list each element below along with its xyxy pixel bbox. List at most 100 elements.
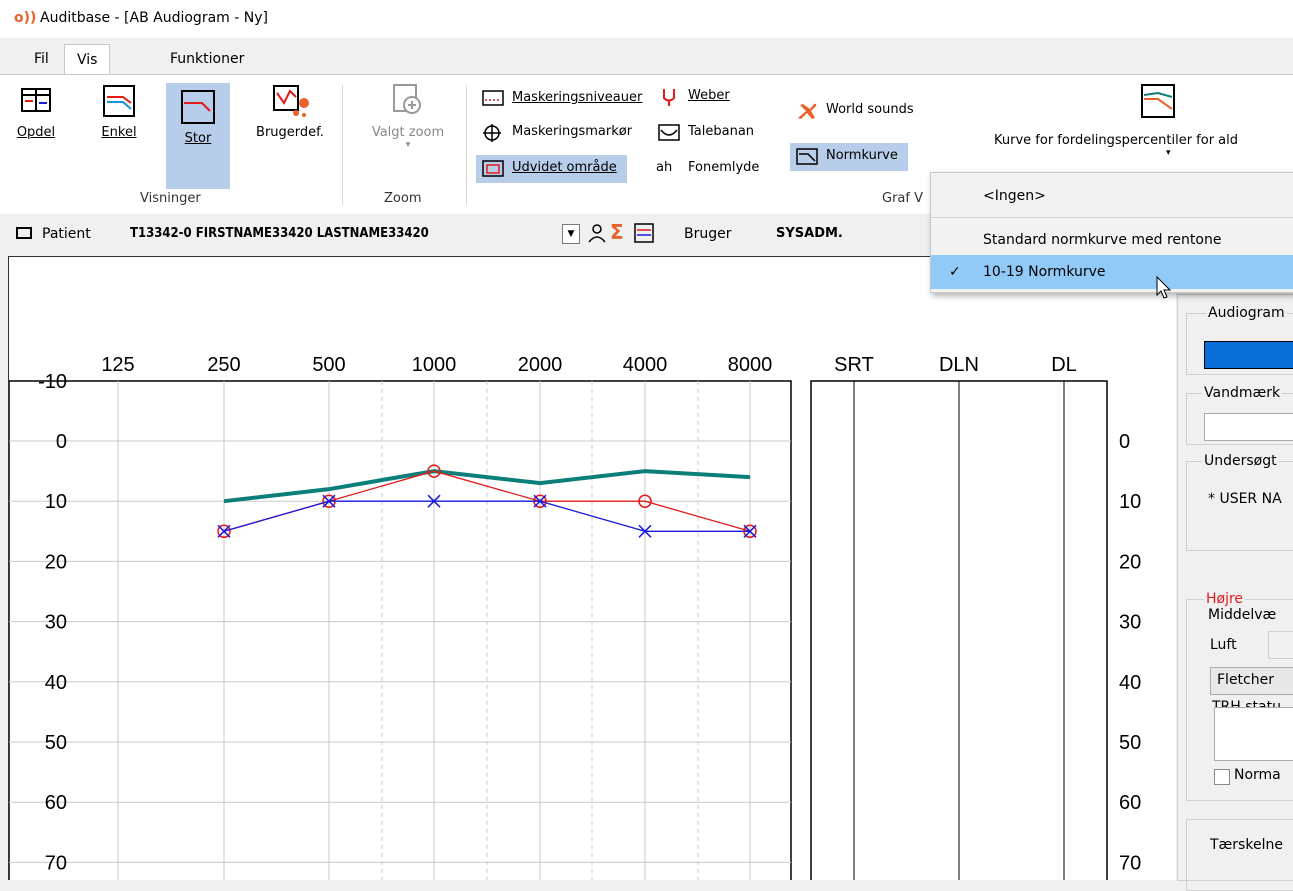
normal-checkbox[interactable]	[1214, 769, 1230, 785]
taerskel-label: Tærskelne	[1210, 837, 1283, 853]
crosshair-icon	[482, 124, 502, 142]
taerskel-group	[1186, 819, 1293, 891]
norm-curve-icon	[796, 148, 818, 165]
speech-label: DL	[1051, 354, 1077, 376]
y-tick-label-right: 10	[1119, 491, 1141, 513]
speech-banana-icon	[658, 124, 680, 141]
middelvaerdi-label: Middelvæ	[1206, 607, 1279, 623]
dropdown-item-standard[interactable]: Standard normkurve med rentone	[931, 223, 1293, 257]
patient-label: Patient	[42, 226, 91, 242]
dropdown-item-10-19[interactable]: ✓ 10-19 Normkurve	[931, 255, 1293, 289]
x-tick-label: 4000	[623, 354, 668, 376]
opdel-button[interactable]: Opdel	[14, 83, 58, 183]
undersoegt-value: * USER NA	[1208, 491, 1282, 507]
y-tick-label: -10	[38, 371, 67, 393]
normal-label: Norma	[1234, 767, 1281, 783]
custom-view-icon	[272, 83, 309, 119]
checkmark-icon: ✓	[949, 264, 961, 280]
separator	[466, 85, 467, 205]
extended-area-icon	[482, 160, 504, 177]
valgt-zoom-label: Valgt zoom	[371, 125, 445, 140]
audiogram-label: Audiogram	[1206, 305, 1287, 321]
maskeringsmarkoer-button[interactable]: Maskeringsmarkør	[476, 119, 632, 147]
phoneme-icon: ah	[656, 160, 673, 175]
user-label: Bruger	[684, 226, 732, 242]
app-logo-icon: o))	[14, 10, 37, 26]
x-tick-label: 500	[312, 354, 345, 376]
patient-value: T13342-0 FIRSTNAME33420 LASTNAME33420	[130, 226, 429, 241]
vandmaerke-label: Vandmærk	[1202, 385, 1283, 401]
y-tick-label-right: 40	[1119, 672, 1141, 694]
speech-label: SRT	[834, 354, 874, 376]
talebanan-button[interactable]: Talebanan	[652, 119, 754, 147]
sigma-icon[interactable]: Σ	[610, 220, 624, 244]
user-value: SYSADM.	[776, 226, 843, 241]
dropdown-item-ingen[interactable]: <Ingen>	[931, 179, 1293, 213]
luft-field[interactable]	[1268, 631, 1293, 659]
tab-funktioner[interactable]: Funktioner	[158, 44, 256, 74]
side-panel: Audiogram Vandmærk Undersøgt * USER NA H…	[1177, 294, 1293, 891]
person-icon[interactable]	[586, 222, 608, 248]
tuning-fork-icon	[658, 88, 678, 106]
y-tick-label: 70	[45, 852, 67, 874]
brugerdef-button[interactable]: Brugerdef.	[252, 83, 328, 183]
patient-dropdown-arrow-icon[interactable]: ▼	[562, 224, 580, 244]
fonemlyde-button[interactable]: ah Fonemlyde	[652, 155, 759, 183]
hoejre-label: Højre	[1204, 591, 1246, 607]
udvidet-omraade-button[interactable]: Udvidet område	[476, 155, 627, 183]
y-tick-label-right: 30	[1119, 612, 1141, 634]
chevron-down-icon: ▾	[405, 140, 411, 150]
enkel-button[interactable]: Enkel	[90, 83, 148, 183]
brugerdef-label: Brugerdef.	[256, 125, 324, 140]
world-sounds-button[interactable]: World sounds	[790, 97, 914, 125]
y-tick-label: 30	[45, 612, 67, 634]
undersoegt-label: Undersøgt	[1202, 453, 1279, 469]
normkurve-button[interactable]: Normkurve	[790, 143, 908, 171]
audiogram-color-button[interactable]	[1204, 341, 1293, 369]
normkurve-dropdown: <Ingen> Standard normkurve med rentone ✓…	[930, 172, 1293, 293]
panel-toggle-icon[interactable]	[16, 227, 32, 239]
separator	[342, 85, 343, 205]
window-title: Auditbase - [AB Audiogram - Ny]	[40, 10, 268, 26]
tab-fil[interactable]: Fil	[22, 44, 61, 74]
x-tick-label: 2000	[518, 354, 563, 376]
y-tick-label: 60	[45, 792, 67, 814]
valgt-zoom-button[interactable]: Valgt zoom ▾	[364, 83, 452, 183]
audiogram-svg: 125 250 500 1000 2000 4000 8000 SRT DLN DL-100102…	[8, 354, 1141, 883]
airplane-icon	[796, 102, 817, 119]
masking-levels-icon	[482, 90, 504, 106]
percentile-curve-label: Kurve for fordelingspercentiler for ald	[994, 133, 1239, 148]
fletcher-button[interactable]: Fletcher	[1210, 667, 1293, 695]
graf-group-label: Graf V	[882, 191, 923, 206]
zoom-group-label: Zoom	[384, 191, 422, 206]
speech-label: DLN	[939, 354, 979, 376]
y-tick-label-right: 70	[1119, 852, 1141, 874]
fletcher-label: Fletcher	[1217, 672, 1274, 688]
mouse-cursor-icon	[1156, 275, 1172, 304]
audiogram-chart: 125 250 500 1000 2000 4000 8000 SRT DLN DL -10 0 10 2…	[8, 256, 1176, 883]
luft-label: Luft	[1210, 637, 1237, 653]
y-tick-label: 50	[45, 732, 67, 754]
weber-button[interactable]: Weber	[652, 83, 730, 111]
y-tick-label: 40	[45, 672, 67, 694]
visninger-group-label: Visninger	[140, 191, 201, 206]
y-tick-label-right: 20	[1119, 551, 1141, 573]
maskeringsniveauer-button[interactable]: Maskeringsniveauer	[476, 85, 642, 113]
x-tick-label: 8000	[728, 354, 773, 376]
x-tick-label: 250	[207, 354, 240, 376]
audiogram-small-icon[interactable]	[634, 223, 654, 247]
single-view-icon	[101, 83, 137, 119]
y-tick-label: 0	[56, 431, 67, 453]
y-tick-label-right: 60	[1119, 792, 1141, 814]
tab-vis[interactable]: Vis	[64, 44, 111, 75]
stor-button[interactable]: Stor	[166, 83, 230, 189]
opdel-label: Opdel	[16, 125, 56, 140]
y-tick-label-right: 0	[1119, 431, 1130, 453]
trh-field[interactable]	[1214, 707, 1293, 761]
y-tick-label-right: 50	[1119, 732, 1141, 754]
vandmaerke-field[interactable]	[1204, 413, 1293, 441]
stor-label: Stor	[184, 131, 212, 146]
percentile-curve-button[interactable]: Kurve for fordelingspercentiler for ald …	[994, 83, 1293, 183]
percentile-curve-icon	[1140, 83, 1176, 119]
split-view-icon	[18, 83, 54, 119]
